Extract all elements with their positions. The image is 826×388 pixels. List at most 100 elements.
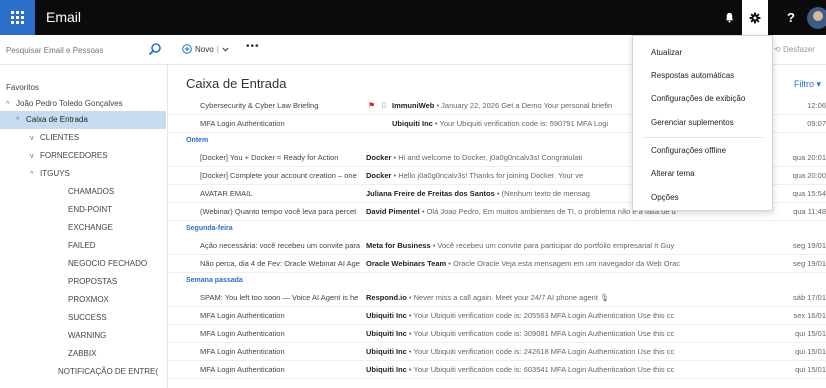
message-sender: Ubiquiti Inc [366, 365, 407, 374]
menu-item-gerenciar-suplementos[interactable]: Gerenciar suplementos [633, 112, 772, 134]
menu-item-alterar-tema[interactable]: Alterar tema [633, 163, 772, 185]
message-date: seg 19/01 [793, 241, 826, 250]
chevron-down-icon[interactable]: v [30, 130, 40, 147]
plus-circle-icon [182, 44, 192, 54]
sidebar-item-warning[interactable]: WARNING [0, 327, 166, 345]
message-row[interactable]: MFA Login Authentication Ubiquiti Inc • … [168, 343, 826, 361]
message-row[interactable]: Ação necessária: você recebeu um convite… [168, 237, 826, 255]
group-header: Segunda-feira [186, 225, 233, 232]
chevron-up-icon[interactable]: ^ [30, 166, 40, 183]
message-sender: Oracle Webinars Team [366, 259, 447, 268]
folder-pane: Favoritos ^ João Pedro Toledo Gonçalves ^… [0, 65, 168, 388]
sidebar-item-inbox[interactable]: ^ Caixa de Entrada [0, 111, 166, 129]
filter-button[interactable]: Filtro ▾ [794, 79, 821, 90]
avatar[interactable] [807, 7, 826, 29]
message-subject: Ação necessária: você recebeu um convite… [200, 241, 360, 250]
message-subject: MFA Login Authentication [200, 119, 285, 128]
message-date: qua 15:54 [792, 189, 826, 198]
settings-menu: Atualizar Respostas automáticas Configur… [632, 35, 773, 211]
message-date: qui 15/01 [795, 329, 826, 338]
message-date: qua 20:00 [792, 171, 826, 180]
page-title: Caixa de Entrada [186, 76, 287, 91]
message-sender: Docker [366, 171, 392, 180]
more-actions-button[interactable]: ••• [246, 41, 260, 52]
sidebar-item-itguys[interactable]: ^ ITGUYS [0, 165, 166, 183]
message-subject: Não perca, dia 4 de Fev: Oracle Webinar … [200, 259, 360, 268]
message-sender: Ubiquiti Inc [366, 311, 407, 320]
message-subject: MFA Login Authentication [200, 311, 285, 320]
sidebar-item-proxmox[interactable]: PROXMOX [0, 291, 166, 309]
message-date: qui 15/01 [795, 347, 826, 356]
message-row[interactable]: MFA Login Authentication Ubiquiti Inc • … [168, 361, 826, 379]
message-preview: Ubiquiti Inc • Your Ubiquiti verificatio… [366, 365, 675, 374]
search-icon[interactable] [148, 42, 162, 56]
sidebar-item-chamados[interactable]: CHAMADOS [0, 183, 166, 201]
sidebar-item-zabbix[interactable]: ZABBIX [0, 345, 166, 363]
settings-button[interactable] [742, 0, 768, 35]
message-sender: Ubiquiti Inc [366, 347, 407, 356]
search-area [0, 35, 168, 65]
search-input[interactable] [6, 43, 146, 57]
chevron-down-icon[interactable] [222, 47, 229, 52]
message-row[interactable]: MFA Login Authentication Ubiquiti Inc • … [168, 325, 826, 343]
message-subject: SPAM: You left too soon — Voice AI Agent… [200, 293, 359, 302]
message-sender: David Pimentel [366, 207, 420, 216]
message-subject: [Docker] You + Docker = Ready for Action [200, 153, 339, 162]
sidebar-item-exchange[interactable]: EXCHANGE [0, 219, 166, 237]
menu-item-opcoes[interactable]: Opções [633, 187, 772, 209]
message-preview: Ubiquiti Inc • Your Ubiquiti verificatio… [366, 329, 675, 338]
message-preview: Respond.io • Never miss a call again. Me… [366, 293, 610, 302]
new-button-label: Novo [195, 44, 214, 54]
menu-item-configuracoes-exibicao[interactable]: Configurações de exibição [633, 88, 772, 110]
menu-item-respostas-automaticas[interactable]: Respostas automáticas [633, 65, 772, 87]
message-subject: [Docker] Complete your account creation … [200, 171, 357, 180]
attachment-icon: ▯ [382, 102, 386, 109]
undo-button[interactable]: ⟲ Desfazer [774, 45, 815, 54]
group-header: Semana passada [186, 277, 243, 284]
flag-icon[interactable]: ⚑ [368, 97, 390, 115]
notifications-button[interactable] [716, 0, 742, 35]
message-date: 12:06 [807, 101, 826, 110]
menu-divider [643, 137, 764, 138]
message-date: qua 20:01 [792, 153, 826, 162]
message-subject: AVATAR EMAIL [200, 189, 253, 198]
message-date: sex 16/01 [793, 311, 826, 320]
app-title: Email [46, 9, 82, 25]
sidebar-item-negocio-fechado[interactable]: NEGOCIO FECHADO [0, 255, 166, 273]
sidebar-item-success[interactable]: SUCCESS [0, 309, 166, 327]
message-subject: MFA Login Authentication [200, 329, 285, 338]
menu-item-configuracoes-offline[interactable]: Configurações offline [633, 140, 772, 162]
message-row[interactable]: MFA Login Authentication Ubiquiti Inc • … [168, 307, 826, 325]
message-preview: Meta for Business • Você recebeu um conv… [366, 241, 675, 250]
sidebar-item-notificacao[interactable]: NOTIFICAÇÃO DE ENTRE( [0, 363, 166, 381]
message-sender: Ubiquiti Inc [392, 119, 433, 128]
message-date: seg 19/01 [793, 259, 826, 268]
new-button[interactable]: Novo | [182, 44, 229, 54]
message-subject: Cybersecurity & Cyber Law Briefing [200, 101, 319, 110]
group-header: Ontem [186, 137, 209, 144]
help-button[interactable]: ? [778, 0, 804, 35]
chevron-up-icon[interactable]: ^ [16, 112, 26, 129]
message-sender: Juliana Freire de Freitas dos Santos [366, 189, 495, 198]
bell-icon [725, 12, 733, 23]
message-sender: Meta for Business [366, 241, 431, 250]
app-launcher-button[interactable] [0, 0, 35, 35]
message-sender: Respond.io [366, 293, 407, 302]
sidebar-item-end-point[interactable]: END-POINT [0, 201, 166, 219]
message-row[interactable]: SPAM: You left too soon — Voice AI Agent… [168, 289, 826, 307]
sidebar-item-failed[interactable]: FAILED [0, 237, 166, 255]
chevron-down-icon[interactable]: v [30, 148, 40, 165]
message-subject: MFA Login Authentication [200, 365, 285, 374]
sidebar-item-fornecedores[interactable]: v FORNECEDORES [0, 147, 166, 165]
menu-item-atualizar[interactable]: Atualizar [633, 42, 772, 64]
sidebar-item-clientes[interactable]: v CLIENTES [0, 129, 166, 147]
message-date: 09:07 [807, 119, 826, 128]
message-row[interactable]: Não perca, dia 4 de Fev: Oracle Webinar … [168, 255, 826, 273]
message-date: qui 15/01 [795, 365, 826, 374]
message-preview: Ubiquiti Inc • Your Ubiquiti verificatio… [366, 311, 675, 320]
top-bar: Email ? [0, 0, 826, 35]
message-preview: Ubiquiti Inc • Your Ubiquiti verificatio… [366, 347, 675, 356]
sidebar-item-propostas[interactable]: PROPOSTAS [0, 273, 166, 291]
message-date: sáb 17/01 [793, 293, 826, 302]
undo-icon: ⟲ [774, 45, 781, 54]
